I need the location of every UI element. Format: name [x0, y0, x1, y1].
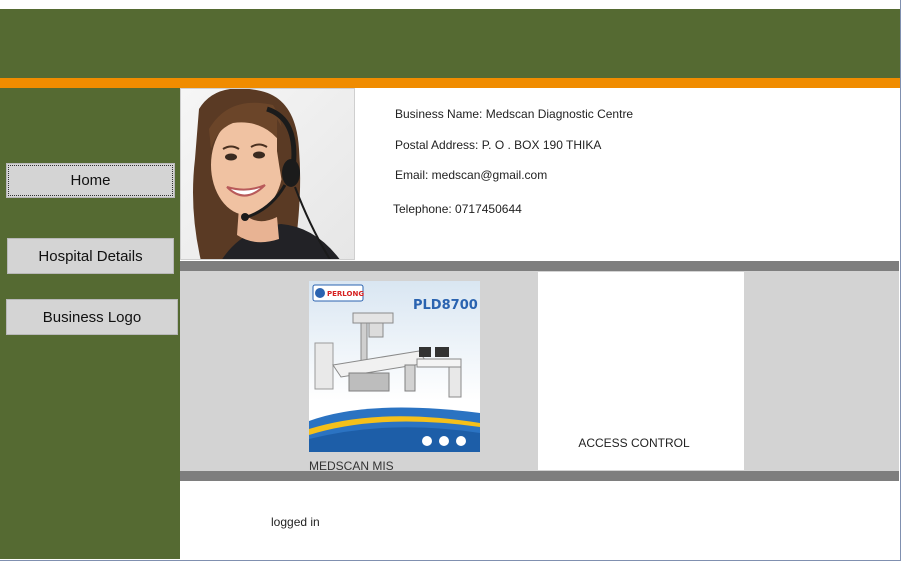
support-agent-photo [180, 88, 355, 260]
divider [180, 471, 899, 481]
brand-text: PERLONG [327, 290, 364, 298]
telephone-text: Telephone: 0717450644 [393, 202, 522, 216]
hospital-details-button[interactable]: Hospital Details [7, 238, 174, 274]
accent-stripe [0, 78, 900, 88]
model-text: PLD8700 [413, 298, 478, 313]
login-status-text: logged in [271, 515, 320, 529]
email-text: Email: medscan@gmail.com [395, 168, 548, 182]
home-button[interactable]: Home [6, 163, 175, 198]
postal-address-text: Postal Address: P. O . BOX 190 THIKA [395, 138, 602, 152]
medscan-mis-tile[interactable]: PERLONG PLD8700 [309, 281, 480, 452]
business-name-text: Business Name: Medscan Diagnostic Centre [395, 107, 634, 121]
divider [180, 261, 899, 271]
access-control-label: ACCESS CONTROL [578, 436, 690, 450]
header-bar [0, 9, 900, 78]
support-agent-image [181, 89, 354, 259]
xray-machine-image: PERLONG PLD8700 [309, 281, 480, 452]
business-logo-button[interactable]: Business Logo [6, 299, 178, 335]
